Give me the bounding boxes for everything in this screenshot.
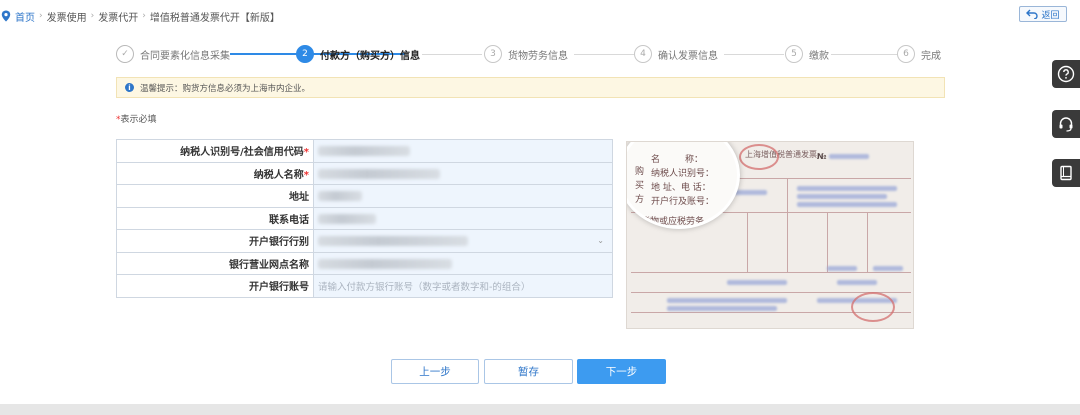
step-label: 完成: [921, 50, 941, 62]
customer-service-button[interactable]: [1052, 110, 1080, 138]
step-complete: 6 完成: [897, 44, 941, 64]
breadcrumb: 首页 › 发票使用 › 发票代开 › 增值税普通发票代开【新版】: [0, 8, 284, 24]
step-connector: [831, 54, 897, 55]
required-hint: *表示必填: [116, 112, 157, 125]
field-label: 纳税人识别号/社会信用代码*: [116, 139, 314, 163]
next-step-button[interactable]: 下一步: [577, 359, 666, 384]
bank-type-select[interactable]: ⌄: [313, 229, 613, 253]
step-progress: ✓ 合同要素化信息采集 2 付款方（购买方）信息 3 货物劳务信息 4 确认发票…: [116, 44, 946, 64]
invoice-sample-image: 上海增值税普通发票 № 名 称： 购 买 方 纳税人识别号： 地 址、电 话： …: [626, 141, 914, 329]
back-arrow-icon: [1026, 9, 1039, 19]
check-icon: ✓: [116, 45, 134, 63]
step-label: 合同要素化信息采集: [140, 50, 230, 62]
step-payer-info: 2 付款方（购买方）信息: [296, 44, 420, 64]
form-row-phone: 联系电话: [116, 206, 613, 230]
step-number: 4: [634, 45, 652, 63]
question-icon: [1057, 65, 1075, 83]
payer-form: 纳税人识别号/社会信用代码* 纳税人名称* 地址 联系电话 开户银行行别 ⌄ 银…: [116, 139, 613, 298]
notice-text: 温馨提示：购货方信息必须为上海市内企业。: [140, 83, 311, 94]
step-connector: [422, 54, 482, 55]
step-number: 2: [296, 45, 314, 63]
address-input[interactable]: [313, 184, 613, 208]
help-button[interactable]: [1052, 60, 1080, 88]
save-draft-button[interactable]: 暂存: [484, 359, 573, 384]
back-button-label: 返回: [1041, 10, 1060, 21]
step-label: 付款方（购买方）信息: [320, 50, 420, 62]
form-row-bank-branch: 银行营业网点名称: [116, 251, 613, 275]
phone-input[interactable]: [313, 206, 613, 230]
step-number: 6: [897, 45, 915, 63]
step-connector: [574, 54, 634, 55]
footer-bar: [0, 404, 1080, 415]
form-row-bank-type: 开户银行行别 ⌄: [116, 229, 613, 253]
taxpayer-name-input[interactable]: [313, 161, 613, 185]
previous-step-button[interactable]: 上一步: [391, 359, 479, 384]
breadcrumb-separator: ›: [142, 11, 146, 21]
step-goods-info: 3 货物劳务信息: [484, 44, 568, 64]
chevron-down-icon: ⌄: [597, 236, 604, 245]
step-contract-info: ✓ 合同要素化信息采集: [116, 44, 230, 64]
step-connector: [724, 54, 784, 55]
form-row-address: 地址: [116, 184, 613, 208]
bank-account-input[interactable]: 请输入付款方银行账号（数字或者数字和-的组合）: [313, 274, 613, 298]
headset-icon: [1059, 117, 1073, 132]
info-icon: i: [125, 83, 134, 92]
field-label: 纳税人名称*: [116, 161, 314, 185]
notice-banner: i 温馨提示：购货方信息必须为上海市内企业。: [116, 77, 945, 98]
magnifier-callout: 名 称： 购 买 方 纳税人识别号： 地 址、电 话： 开户行及账号： 货物或应…: [627, 142, 740, 229]
field-label: 银行营业网点名称: [116, 251, 314, 275]
breadcrumb-home[interactable]: 首页: [15, 9, 35, 24]
step-confirm-invoice: 4 确认发票信息: [634, 44, 718, 64]
step-number: 3: [484, 45, 502, 63]
form-row-bank-account: 开户银行账号 请输入付款方银行账号（数字或者数字和-的组合）: [116, 274, 613, 298]
page-root: 首页 › 发票使用 › 发票代开 › 增值税普通发票代开【新版】 返回 ✓ 合同…: [0, 0, 1080, 415]
field-label: 开户银行账号: [116, 274, 314, 298]
bank-branch-input[interactable]: [313, 251, 613, 275]
back-button[interactable]: 返回: [1019, 6, 1067, 22]
location-pin-icon: [1, 10, 11, 22]
required-hint-text: 表示必填: [120, 115, 157, 125]
field-label: 联系电话: [116, 206, 314, 230]
invoice-number-prefix: №: [817, 152, 827, 161]
breadcrumb-current: 增值税普通发票代开【新版】: [149, 12, 280, 24]
breadcrumb-invoice-issue[interactable]: 发票代开: [98, 9, 138, 24]
book-icon: [1060, 165, 1072, 181]
breadcrumb-separator: ›: [90, 11, 95, 21]
step-label: 确认发票信息: [658, 50, 718, 62]
form-row-taxpayer-name: 纳税人名称*: [116, 161, 613, 185]
invoice-seal-icon: [851, 292, 895, 322]
form-row-taxpayer-id: 纳税人识别号/社会信用代码*: [116, 139, 613, 163]
manual-button[interactable]: [1052, 159, 1080, 187]
step-payment: 5 缴款: [785, 44, 829, 64]
step-label: 缴款: [809, 50, 829, 62]
invoice-seal-icon: [739, 144, 779, 170]
taxpayer-id-input[interactable]: [313, 139, 613, 163]
bank-account-placeholder: 请输入付款方银行账号（数字或者数字和-的组合）: [318, 281, 531, 293]
step-label: 货物劳务信息: [508, 50, 568, 62]
breadcrumb-separator: ›: [39, 11, 43, 21]
field-label: 开户银行行别: [116, 229, 314, 253]
step-number: 5: [785, 45, 803, 63]
field-label: 地址: [116, 184, 314, 208]
breadcrumb-invoice-use[interactable]: 发票使用: [47, 9, 87, 24]
